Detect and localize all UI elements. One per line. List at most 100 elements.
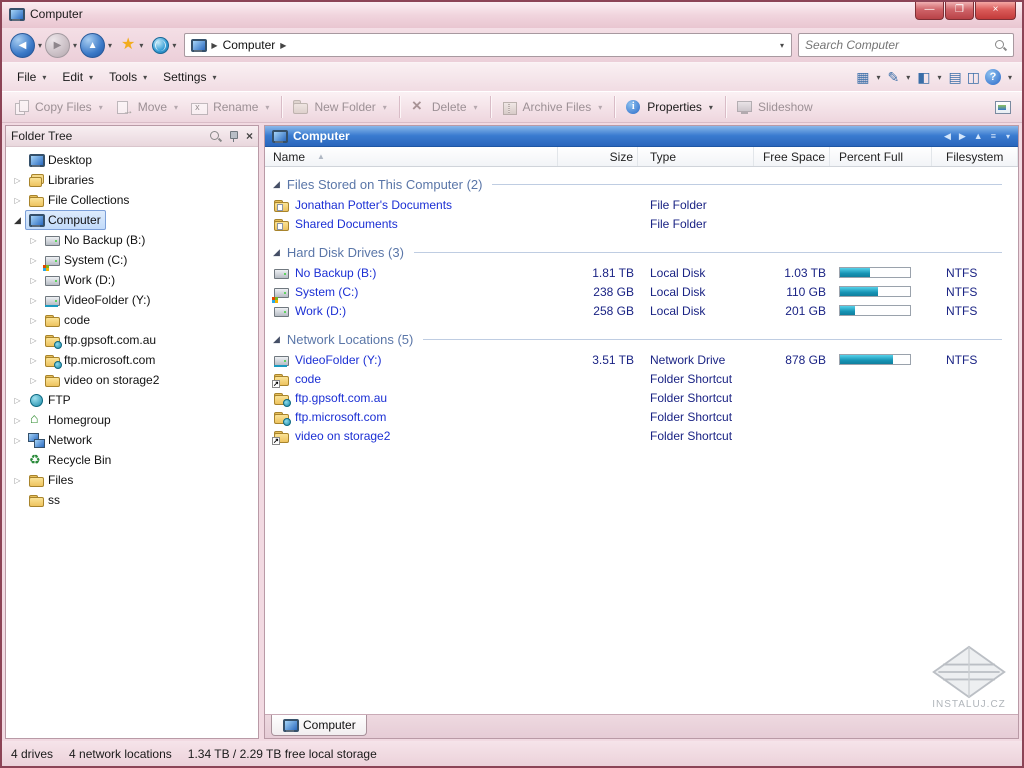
expand-arrow-icon[interactable]: ▷ [26,296,41,305]
tree-pin-icon[interactable] [228,130,240,142]
globe-dropdown[interactable]: ▾ [170,41,178,50]
file-row-no-backup-b[interactable]: No Backup (B:) 1.81 TB Local Disk 1.03 TB NT… [265,263,1018,282]
slideshow-button[interactable]: Slideshow [731,96,818,119]
tree-item-content[interactable]: code [41,310,95,330]
file-name-cell[interactable]: Shared Documents [265,216,558,232]
properties-button[interactable]: Properties ▾ [620,96,720,119]
tree-item-content[interactable]: Libraries [25,170,99,190]
minimize-button[interactable]: — [915,2,944,20]
chevron-down-icon[interactable]: ▾ [596,103,604,112]
tree-item-code[interactable]: ▷ code [6,310,258,330]
expand-arrow-icon[interactable]: ▷ [26,336,41,345]
chevron-down-icon[interactable]: ▾ [707,103,715,112]
collapse-arrow-icon[interactable]: ◢ [273,247,280,258]
tree-item-content[interactable]: video on storage2 [41,370,164,390]
tree-item-videofolder-y[interactable]: ▷ VideoFolder (Y:) [6,290,258,310]
chevron-down-icon[interactable]: ▾ [263,103,271,112]
tab-computer[interactable]: Computer [271,715,367,736]
globe-icon[interactable] [152,36,170,54]
location-header[interactable]: Computer ◀ ▶ ▲ ≡ ▾ [265,126,1018,147]
collapse-arrow-icon[interactable]: ◢ [273,179,280,190]
group-header-network-locations-5[interactable]: ◢ Network Locations (5) [265,328,1018,350]
column-header-size[interactable]: Size [558,147,638,166]
file-row-shared-documents[interactable]: Shared Documents File Folder [265,214,1018,233]
tree-item-content[interactable]: Files [25,470,78,490]
forward-dropdown[interactable]: ▾ [71,41,79,50]
expand-arrow-icon[interactable]: ▷ [26,356,41,365]
expand-arrow-icon[interactable]: ▷ [10,396,25,405]
tree-item-homegroup[interactable]: ▷ Homegroup [6,410,258,430]
collapse-arrow-icon[interactable]: ◢ [10,215,25,226]
tree-item-ss[interactable]: ss [6,490,258,510]
favorites-dropdown[interactable]: ▾ [137,41,145,50]
file-name-cell[interactable]: Jonathan Potter's Documents [265,197,558,213]
move-button[interactable]: Move ▾ [111,96,185,119]
file-name-cell[interactable]: VideoFolder (Y:) [265,352,558,368]
edit-pencil-dropdown[interactable]: ▾ [904,73,912,82]
view-grid-icon[interactable]: ▦ [856,69,869,85]
expand-arrow-icon[interactable]: ▷ [26,236,41,245]
search-icon[interactable] [994,39,1007,52]
tree-item-network[interactable]: ▷ Network [6,430,258,450]
new-folder-button[interactable]: New Folder ▾ [287,96,393,119]
tree-item-ftp-microsoft-com[interactable]: ▷ ftp.microsoft.com [6,350,258,370]
file-name-cell[interactable]: video on storage2 [265,428,558,445]
expand-arrow-icon[interactable]: ▷ [10,416,25,425]
tree-item-no-backup-b[interactable]: ▷ No Backup (B:) [6,230,258,250]
tree-item-content[interactable]: ftp.gpsoft.com.au [41,330,161,350]
file-row-system-c[interactable]: System (C:) 238 GB Local Disk 110 GB NTFS [265,282,1018,301]
tree-item-content[interactable]: Network [25,430,97,450]
tree-item-content[interactable]: System (C:) [41,250,132,270]
header-up-icon[interactable]: ▲ [974,131,983,141]
viewer-pane-button[interactable] [989,96,1016,119]
file-name-cell[interactable]: code [265,371,558,388]
expand-arrow-icon[interactable]: ▷ [10,196,25,205]
columns-icon[interactable]: ▤ [949,69,962,85]
tree-item-content[interactable]: FTP [25,390,76,410]
chevron-down-icon[interactable]: ▾ [472,103,480,112]
tree-item-file-collections[interactable]: ▷ File Collections [6,190,258,210]
up-button[interactable]: ▲ [80,32,106,58]
tree-search-icon[interactable] [209,130,222,143]
expand-arrow-icon[interactable]: ▷ [10,436,25,445]
file-name-cell[interactable]: ftp.gpsoft.com.au [265,390,558,407]
tree-item-ftp-gpsoft-com-au[interactable]: ▷ ftp.gpsoft.com.au [6,330,258,350]
group-header-files-stored-on-this-computer-2[interactable]: ◢ Files Stored on This Computer (2) [265,173,1018,195]
file-name-cell[interactable]: Work (D:) [265,303,558,319]
edit-pencil-icon[interactable]: ✎ [888,69,900,85]
expand-arrow-icon[interactable]: ▷ [10,476,25,485]
tree-item-system-c[interactable]: ▷ System (C:) [6,250,258,270]
expand-arrow-icon[interactable]: ▷ [26,256,41,265]
header-menu-icon[interactable]: ≡ [991,131,996,141]
header-forward-icon[interactable]: ▶ [959,131,966,142]
file-row-ftp-gpsoft-com-au[interactable]: ftp.gpsoft.com.au Folder Shortcut [265,388,1018,407]
tree-item-content[interactable]: Recycle Bin [25,450,116,470]
help-dropdown[interactable]: ▾ [1006,73,1014,82]
up-dropdown[interactable]: ▾ [106,41,114,50]
breadcrumb[interactable]: ▶ Computer ▶ ▾ [184,33,792,57]
single-pane-dropdown[interactable]: ▾ [936,73,944,82]
chevron-down-icon[interactable]: ▾ [172,103,180,112]
expand-arrow-icon[interactable]: ▷ [26,276,41,285]
menu-edit[interactable]: Edit ▾ [55,66,102,88]
file-row-work-d[interactable]: Work (D:) 258 GB Local Disk 201 GB NTFS [265,301,1018,320]
favorites-icon[interactable]: ★ [115,34,136,56]
header-menu-dropdown[interactable]: ▾ [1004,132,1012,141]
tree-item-content[interactable]: ftp.microsoft.com [41,350,160,370]
search-input[interactable] [805,38,994,52]
tree-item-files[interactable]: ▷ Files [6,470,258,490]
view-grid-dropdown[interactable]: ▾ [875,73,883,82]
collapse-arrow-icon[interactable]: ◢ [273,334,280,345]
expand-arrow-icon[interactable]: ▷ [10,176,25,185]
menu-settings[interactable]: Settings ▾ [156,66,225,88]
menu-tools[interactable]: Tools ▾ [102,66,156,88]
single-pane-icon[interactable]: ◧ [917,69,930,85]
forward-button[interactable]: ▶ [45,32,71,58]
copy-files-button[interactable]: Copy Files ▾ [8,96,110,119]
file-row-ftp-microsoft-com[interactable]: ftp.microsoft.com Folder Shortcut [265,407,1018,426]
file-name-cell[interactable]: No Backup (B:) [265,265,558,281]
tree-item-recycle-bin[interactable]: Recycle Bin [6,450,258,470]
back-button[interactable]: ◀ [10,32,35,58]
file-name-cell[interactable]: ftp.microsoft.com [265,409,558,426]
archive-files-button[interactable]: Archive Files ▾ [496,96,610,119]
